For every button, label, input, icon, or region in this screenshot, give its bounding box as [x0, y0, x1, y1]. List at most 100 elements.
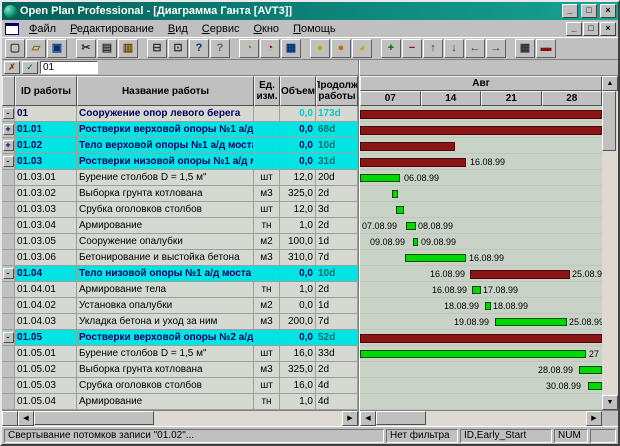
- cut-button[interactable]: ✂: [76, 39, 96, 58]
- task-bar[interactable]: [472, 286, 481, 294]
- spreadsheet-view-button[interactable]: ▦: [515, 39, 535, 58]
- scroll-down-icon[interactable]: ▼: [602, 395, 618, 410]
- menu-item[interactable]: Редактирование: [63, 22, 161, 36]
- gantt-vscroll-track[interactable]: [602, 91, 618, 395]
- table-row-01.01[interactable]: +01.01Ростверки верховой опоры №1 а/д0,0…: [2, 122, 358, 138]
- task-bar[interactable]: [406, 222, 416, 230]
- table-row-01.05.02[interactable]: 01.05.02Выборка грунта котлованам3325,02…: [2, 362, 358, 378]
- scroll-right-icon[interactable]: ▶: [586, 411, 602, 426]
- table-row-01.03.04[interactable]: 01.03.04Армированиетн1,02d: [2, 218, 358, 234]
- table-row-01.05.01[interactable]: 01.05.01Бурение столбов D = 1,5 м"шт16,0…: [2, 346, 358, 362]
- task-bar[interactable]: [413, 238, 418, 246]
- gantt-hscroll-thumb[interactable]: [376, 411, 426, 425]
- save-button[interactable]: ▣: [47, 39, 67, 58]
- minimize-button[interactable]: _: [562, 4, 578, 18]
- scroll-up-icon[interactable]: ▲: [602, 76, 618, 91]
- print-preview-button[interactable]: ⊡: [168, 39, 188, 58]
- table-row-01.04.01[interactable]: 01.04.01Армирование телатн1,02d: [2, 282, 358, 298]
- indent-button[interactable]: →: [486, 39, 506, 58]
- task-bar[interactable]: [405, 254, 466, 262]
- context-help-button[interactable]: ?: [210, 39, 230, 58]
- collapse-button[interactable]: -: [3, 332, 14, 343]
- collapse-button[interactable]: -: [3, 268, 14, 279]
- column-header-id[interactable]: ID работы: [15, 76, 77, 106]
- gantt-vscroll-thumb[interactable]: [602, 91, 616, 151]
- time-now-clock-button[interactable]: ◔: [239, 39, 259, 58]
- table-row-01.04[interactable]: -01.04Тело низовой опоры №1 а/д моста0,0…: [2, 266, 358, 282]
- scroll-right-icon[interactable]: ▶: [342, 411, 358, 426]
- restore-button[interactable]: □: [581, 4, 597, 18]
- task-bar[interactable]: [396, 206, 404, 214]
- column-header-duration[interactable]: Продолж. работы: [316, 76, 358, 106]
- task-bar[interactable]: [579, 366, 602, 374]
- summary-bar[interactable]: [470, 270, 570, 279]
- task-bar[interactable]: [495, 318, 567, 326]
- new-file-button[interactable]: ▢: [5, 39, 25, 58]
- menu-item[interactable]: Помощь: [286, 22, 343, 36]
- status-date-clock-button[interactable]: ◔: [260, 39, 280, 58]
- scroll-left-icon[interactable]: ◀: [18, 411, 34, 426]
- print-button[interactable]: ⊟: [147, 39, 167, 58]
- scroll-left-icon[interactable]: ◀: [360, 411, 376, 426]
- calendar-button[interactable]: ▦: [281, 39, 301, 58]
- table-row-01.03.03[interactable]: 01.03.03Срубка оголовков столбовшт12,03d: [2, 202, 358, 218]
- open-file-button[interactable]: ▱: [26, 39, 46, 58]
- edit-accept-button[interactable]: ✓: [22, 61, 38, 74]
- child-window-icon[interactable]: [5, 23, 19, 35]
- table-row-01.03.01[interactable]: 01.03.01Бурение столбов D = 1,5 м"шт12,0…: [2, 170, 358, 186]
- expand-button[interactable]: +: [3, 124, 14, 135]
- gantt-view-button[interactable]: ▬: [536, 39, 556, 58]
- table-row-01.02[interactable]: +01.02Тело верховой опоры №1 а/д моста0,…: [2, 138, 358, 154]
- table-hscroll-track[interactable]: [34, 411, 342, 426]
- column-header-unit[interactable]: Ед. изм.: [254, 76, 280, 106]
- collapse-button[interactable]: -: [3, 156, 14, 167]
- add-activity-button[interactable]: +: [381, 39, 401, 58]
- menu-item[interactable]: Окно: [246, 22, 286, 36]
- table-hscroll-thumb[interactable]: [34, 411, 154, 425]
- task-bar[interactable]: [485, 302, 491, 310]
- table-row-01.03[interactable]: -01.03Ростверки низовой опоры №1 а/д м0,…: [2, 154, 358, 170]
- outdent-button[interactable]: ←: [465, 39, 485, 58]
- move-down-button[interactable]: ↓: [444, 39, 464, 58]
- task-bar[interactable]: [360, 350, 586, 358]
- summary-bar[interactable]: [360, 126, 602, 135]
- copy-button[interactable]: ▤: [97, 39, 117, 58]
- column-header-volume[interactable]: Объем: [280, 76, 316, 106]
- pane-split-button[interactable]: [2, 411, 18, 426]
- summary-bar[interactable]: [360, 142, 455, 151]
- table-row-01.04.02[interactable]: 01.04.02Установка опалубким20,01d: [2, 298, 358, 314]
- time-analysis-button[interactable]: ●: [310, 39, 330, 58]
- column-header-name[interactable]: Название работы: [77, 76, 254, 106]
- edit-cancel-button[interactable]: ✗: [4, 61, 20, 74]
- child-restore-button[interactable]: □: [583, 22, 599, 36]
- help-button[interactable]: ?: [189, 39, 209, 58]
- table-row-01.03.02[interactable]: 01.03.02Выборка грунта котлованам3325,02…: [2, 186, 358, 202]
- table-row-01.05.03[interactable]: 01.05.03Срубка оголовков столбовшт16,04d: [2, 378, 358, 394]
- close-button[interactable]: ×: [600, 4, 616, 18]
- child-minimize-button[interactable]: _: [566, 22, 582, 36]
- child-close-button[interactable]: ×: [600, 22, 616, 36]
- menu-item[interactable]: Сервис: [195, 22, 247, 36]
- table-row-01.04.03[interactable]: 01.04.03Укладка бетона и уход за нимм320…: [2, 314, 358, 330]
- menu-item[interactable]: Вид: [161, 22, 195, 36]
- delete-activity-button[interactable]: −: [402, 39, 422, 58]
- edit-cell-input[interactable]: [40, 61, 98, 74]
- table-row-01[interactable]: -01Сооружение опор левого берега0,0173d: [2, 106, 358, 122]
- table-row-01.03.05[interactable]: 01.03.05Сооружение опалубким2100,01d: [2, 234, 358, 250]
- paste-button[interactable]: ▥: [118, 39, 138, 58]
- summary-bar[interactable]: [360, 334, 602, 343]
- table-row-01.05[interactable]: -01.05Ростверки верховой опоры №2 а/д0,0…: [2, 330, 358, 346]
- collapse-button[interactable]: -: [3, 108, 14, 119]
- task-bar[interactable]: [588, 382, 602, 390]
- table-row-01.05.04[interactable]: 01.05.04Армированиетн1,04d: [2, 394, 358, 410]
- expand-button[interactable]: +: [3, 140, 14, 151]
- resource-scheduling-button[interactable]: ●: [331, 39, 351, 58]
- task-bar[interactable]: [392, 190, 398, 198]
- gantt-hscroll-track[interactable]: [376, 411, 586, 426]
- summary-bar[interactable]: [360, 110, 602, 119]
- table-row-01.03.06[interactable]: 01.03.06Бетонирование и выстойка бетонам…: [2, 250, 358, 266]
- move-up-button[interactable]: ↑: [423, 39, 443, 58]
- task-bar[interactable]: [360, 174, 400, 182]
- cost-analysis-button[interactable]: ◕: [352, 39, 372, 58]
- summary-bar[interactable]: [360, 158, 466, 167]
